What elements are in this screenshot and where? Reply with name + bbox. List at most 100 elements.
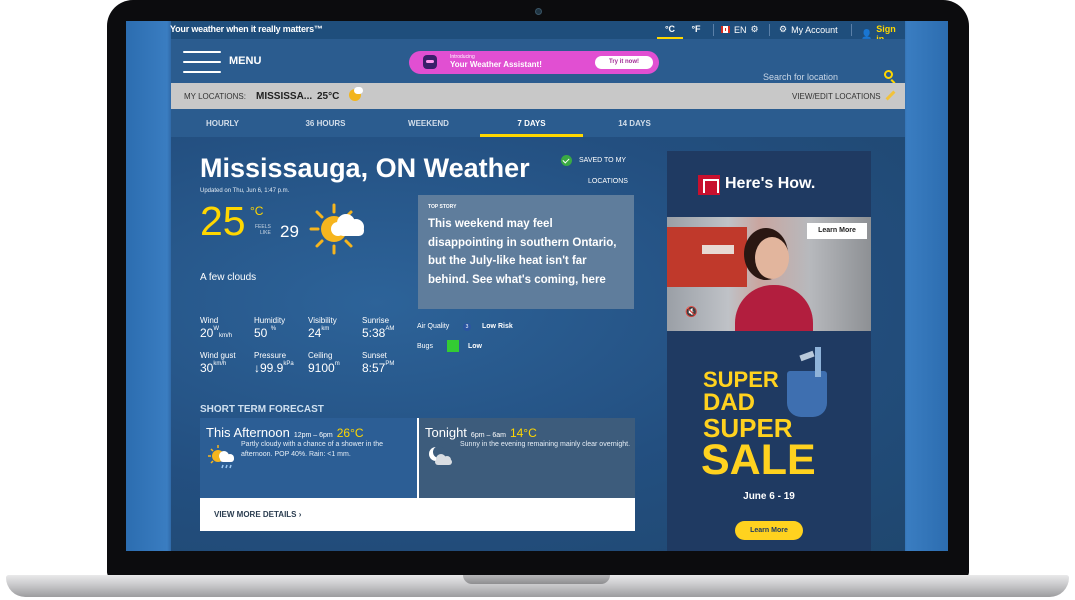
- stat-unit: kPa: [283, 361, 294, 367]
- updated-timestamp: Updated on Thu, Jun 6, 1:47 p.m.: [200, 188, 290, 194]
- menu-label[interactable]: MENU: [229, 55, 261, 67]
- view-more-details-link[interactable]: VIEW MORE DETAILS ›: [200, 498, 635, 531]
- tab-hourly[interactable]: HOURLY: [171, 109, 274, 137]
- unit-fahrenheit-button[interactable]: °F: [683, 21, 709, 39]
- my-account-link[interactable]: ⚙ My Account: [779, 24, 838, 35]
- stat-label: Ceiling: [308, 351, 333, 360]
- stat-label: Humidity: [254, 316, 286, 325]
- forecast-card-tonight[interactable]: Tonight 6pm – 6am 14°C Sunny in the evenin…: [419, 418, 635, 498]
- mute-icon[interactable]: 🔇: [685, 307, 697, 318]
- top-bar: Your weather when it really matters™ °C …: [170, 21, 905, 44]
- weather-site: Your weather when it really matters™ °C …: [170, 21, 905, 551]
- condition-text: A few clouds: [200, 272, 257, 283]
- period-name: Tonight: [425, 425, 467, 440]
- tab-14-days[interactable]: 14 DAYS: [583, 109, 686, 137]
- wind-speed: 20: [200, 326, 214, 340]
- page-title: Mississauga, ON Weather: [200, 153, 530, 183]
- stat-value: 20Wkm/h: [200, 326, 232, 340]
- laptop-notch: [463, 575, 610, 584]
- ad-dates: June 6 - 19: [743, 491, 795, 502]
- ad-headline: DAD: [703, 389, 755, 416]
- stat-value: ↓99.9kPa: [254, 361, 294, 375]
- sun-cloud-icon: [309, 203, 364, 255]
- period-description: Sunny in the evening remaining mainly cl…: [460, 441, 631, 448]
- view-edit-locations-link[interactable]: VIEW/EDIT LOCATIONS: [792, 92, 881, 101]
- saved-label: SAVED TO MY: [579, 157, 627, 164]
- stat-unit: km: [321, 326, 330, 332]
- stat-unit: m: [334, 361, 340, 367]
- temperature-unit: °C: [250, 204, 264, 218]
- tab-36-hours[interactable]: 36 HOURS: [274, 109, 377, 137]
- stat-visibility: Visibility 24km: [308, 316, 337, 340]
- ad-headline: SALE: [701, 436, 816, 484]
- language-selector[interactable]: EN ⚙: [721, 24, 759, 35]
- try-it-now-button[interactable]: Try it now!: [595, 56, 653, 69]
- pocket-tools-icon: [787, 371, 827, 417]
- bugs-value[interactable]: Low: [468, 343, 482, 350]
- stat-humidity: Humidity 50 %: [254, 316, 285, 340]
- ad-headline: SUPER: [703, 367, 779, 392]
- presenter-image: [735, 285, 813, 333]
- divider: [713, 24, 714, 36]
- stat-value: 8:57PM: [362, 361, 394, 375]
- feels-like-text: LIKE: [260, 230, 271, 236]
- home-hardware-logo-icon: [698, 175, 720, 195]
- top-story-card[interactable]: TOP STORY This weekend may feel disappoi…: [418, 195, 634, 309]
- unit-celsius-button[interactable]: °C: [657, 21, 683, 39]
- camera: [535, 8, 542, 15]
- stat-unit: %: [270, 326, 277, 332]
- saved-label: LOCATIONS: [588, 178, 628, 185]
- checkmark-icon: [561, 155, 572, 166]
- period-temp: 26°C: [336, 426, 364, 440]
- sun-cloud-rain-icon: [208, 445, 234, 469]
- advertisement[interactable]: Here's How. 🔇 Learn More SUPER DAD SUPER: [667, 151, 871, 551]
- stat-value: 9100m: [308, 361, 340, 375]
- stat-ceiling: Ceiling 9100m: [308, 351, 340, 375]
- period-time: 6pm – 6am: [470, 432, 506, 439]
- air-quality-value[interactable]: Low Risk: [482, 323, 513, 330]
- wind-gust-value: 30: [200, 361, 214, 375]
- sun-cloud-icon: [349, 87, 363, 101]
- search-icon[interactable]: [884, 70, 893, 79]
- tab-7-days[interactable]: 7 DAYS: [480, 109, 583, 137]
- tab-weekend[interactable]: WEEKEND: [377, 109, 480, 137]
- stat-value: 30km/h: [200, 361, 236, 375]
- stat-label: Sunrise: [362, 316, 390, 325]
- ad-sale-panel: SUPER DAD SUPER SALE June 6 - 19 Learn M…: [667, 331, 871, 551]
- visibility-value: 24: [308, 326, 322, 340]
- period-temp: 14°C: [509, 426, 537, 440]
- user-icon: 👤: [861, 28, 873, 39]
- screen: Your weather when it really matters™ °C …: [126, 21, 948, 551]
- ad-learn-more-button[interactable]: Learn More: [807, 223, 867, 239]
- ad-video[interactable]: 🔇 Learn More: [667, 217, 871, 333]
- divider: [769, 24, 770, 36]
- wind-direction: W: [213, 326, 220, 332]
- period-name: This Afternoon: [206, 425, 290, 440]
- period-time: 12pm – 6pm: [293, 432, 333, 439]
- period-description: Partly cloudy with a chance of a shower …: [241, 441, 384, 458]
- current-temperature: 25: [200, 198, 246, 244]
- saved-location-city[interactable]: MISSISSA...: [256, 91, 312, 102]
- menu-icon[interactable]: [183, 51, 221, 73]
- stat-pressure: Pressure ↓99.9kPa: [254, 351, 294, 375]
- ad-learn-more-button[interactable]: Learn More: [735, 521, 803, 540]
- saved-location-temp: 25°C: [317, 91, 340, 102]
- divider: [851, 24, 852, 36]
- pencil-icon[interactable]: [885, 90, 896, 101]
- air-quality-badge: 3: [463, 323, 471, 331]
- presenter-image: [755, 237, 789, 279]
- top-story-headline[interactable]: This weekend may feel disappointing in s…: [428, 215, 628, 289]
- stat-unit: AM: [385, 326, 395, 332]
- weather-assistant-banner[interactable]: Introducing Your Weather Assistant! Try …: [409, 51, 659, 74]
- stat-unit: PM: [385, 361, 395, 367]
- main-content: Mississauga, ON Weather Updated on Thu, …: [171, 137, 905, 551]
- robot-icon: [423, 55, 437, 69]
- bugs-level-indicator: [447, 340, 459, 352]
- store-image: [667, 227, 747, 287]
- ad-logo: Here's How.: [667, 151, 871, 217]
- sunrise-value: 5:38: [362, 326, 386, 340]
- stat-value: 24km: [308, 326, 337, 340]
- gear-icon: ⚙: [750, 24, 759, 34]
- forecast-card-afternoon[interactable]: This Afternoon 12pm – 6pm 26°C Partly clou…: [200, 418, 417, 498]
- pressure-value: ↓99.9: [254, 361, 284, 375]
